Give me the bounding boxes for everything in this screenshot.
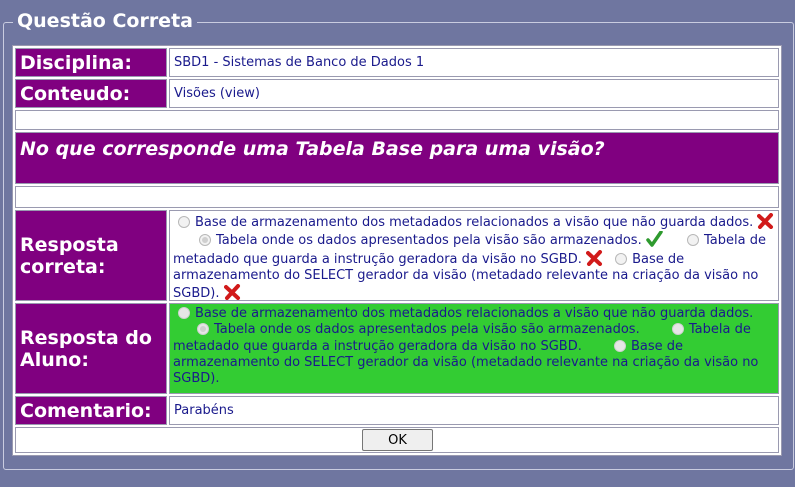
student-answer-label: Resposta do Aluno: xyxy=(15,303,167,394)
correct-answer-label-line2: correta: xyxy=(20,255,106,278)
cross-icon xyxy=(223,284,240,301)
disciplina-value: SBD1 - Sistemas de Banco de Dados 1 xyxy=(169,48,779,77)
spacer-row xyxy=(15,110,779,130)
conteudo-value: Visões (view) xyxy=(169,79,779,108)
correct-option-1-text: Base de armazenamento dos metadados rela… xyxy=(195,215,754,230)
cross-icon xyxy=(585,249,602,266)
correct-answer-label: Resposta correta: xyxy=(15,210,167,301)
student-option-1-radio[interactable] xyxy=(178,307,190,319)
student-option-1-text: Base de armazenamento dos metadados rela… xyxy=(195,306,754,321)
correct-option-3-radio[interactable] xyxy=(687,234,699,247)
correct-option-1-radio[interactable] xyxy=(178,216,190,228)
conteudo-label: Conteudo: xyxy=(15,79,167,108)
student-answer-label-line2: Aluno: xyxy=(20,348,89,371)
question-text: No que corresponde uma Tabela Base para … xyxy=(15,132,779,184)
correct-option-2-radio[interactable] xyxy=(199,234,211,247)
student-option-2-text: Tabela onde os dados apresentados pela v… xyxy=(214,322,640,338)
student-option-2-radio[interactable] xyxy=(197,323,209,336)
correct-answer-options: Base de armazenamento dos metadados rela… xyxy=(169,210,779,301)
cross-icon xyxy=(757,213,774,229)
correct-answer-label-line1: Resposta xyxy=(20,233,119,256)
dialog-title: Questão Correta xyxy=(13,9,197,33)
correct-option-2-text: Tabela onde os dados apresentados pela v… xyxy=(216,233,642,249)
spacer-row xyxy=(15,186,779,208)
student-answer-options: Base de armazenamento dos metadados rela… xyxy=(169,303,779,394)
question-panel: Disciplina: SBD1 - Sistemas de Banco de … xyxy=(12,45,782,456)
comentario-value: Parabéns xyxy=(169,396,779,425)
student-answer-label-line1: Resposta do xyxy=(20,326,152,349)
student-option-3-radio[interactable] xyxy=(671,323,684,336)
ok-button[interactable]: OK xyxy=(362,429,433,451)
student-option-4-radio[interactable] xyxy=(613,339,626,352)
comentario-label: Comentario: xyxy=(15,396,167,425)
correct-option-4-radio[interactable] xyxy=(615,252,628,265)
disciplina-label: Disciplina: xyxy=(15,48,167,77)
check-icon xyxy=(646,231,663,248)
